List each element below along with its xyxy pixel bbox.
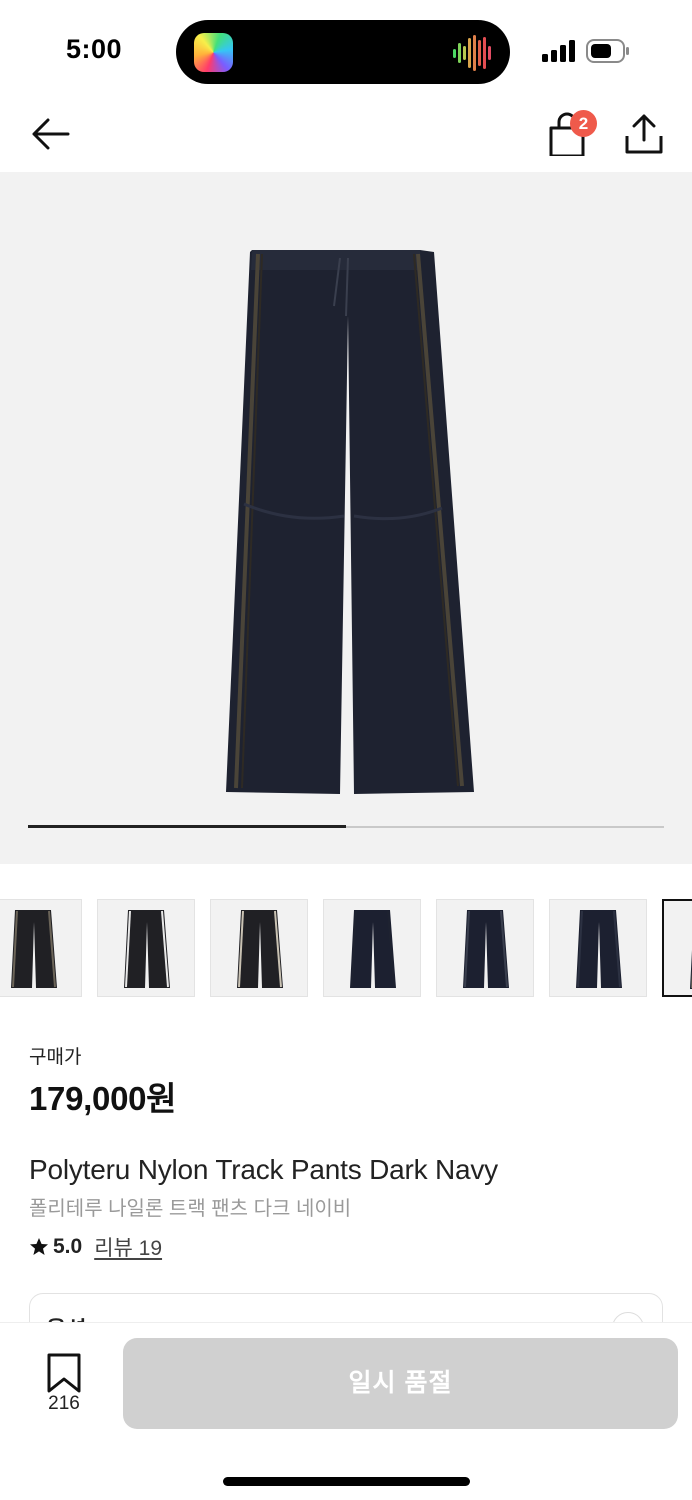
thumbnail[interactable] — [210, 899, 308, 997]
thumbnail-image — [576, 910, 622, 988]
product-name-english: Polyteru Nylon Track Pants Dark Navy — [29, 1154, 498, 1185]
sold-out-button[interactable]: 일시 품절 — [123, 1338, 678, 1429]
price-label: 구매가 — [29, 1047, 82, 1068]
dynamic-island — [176, 20, 510, 84]
product-name-korean: 폴리테루 나일론 트랙 팬츠 다크 네이비 — [29, 1198, 352, 1220]
cellular-signal-icon — [542, 40, 575, 62]
status-time: 5:00 — [66, 34, 123, 64]
bottom-action-bar: 216 일시 품절 — [0, 1323, 692, 1500]
thumbnail-image — [11, 910, 57, 988]
rating-row: 5.0 리뷰 19 — [29, 1233, 162, 1261]
app-icon — [194, 33, 233, 72]
review-link[interactable]: 리뷰 19 — [94, 1232, 162, 1262]
product-image-gallery[interactable] — [0, 172, 692, 864]
home-indicator — [223, 1477, 470, 1486]
top-nav-bar: 2 — [0, 100, 692, 172]
audio-wave-icon — [453, 35, 491, 71]
thumbnail-image — [237, 910, 283, 988]
star-icon — [30, 1238, 48, 1255]
thumbnail[interactable] — [662, 899, 692, 997]
thumbnail-image — [690, 950, 692, 989]
thumbnail[interactable] — [549, 899, 647, 997]
bookmark-icon — [47, 1353, 81, 1393]
back-arrow-icon[interactable] — [28, 112, 72, 156]
thumbnail-image — [124, 910, 170, 988]
thumbnail[interactable] — [436, 899, 534, 997]
product-image-pants — [226, 250, 474, 794]
thumbnail-image — [463, 910, 509, 988]
battery-icon — [586, 39, 629, 63]
gallery-progress-fill — [28, 825, 346, 828]
status-bar: 5:00 — [0, 0, 692, 100]
thumbnail-image — [350, 910, 396, 988]
rating-value: 5.0 — [53, 1235, 83, 1258]
thumbnail[interactable] — [97, 899, 195, 997]
thumbnail[interactable] — [323, 899, 421, 997]
gallery-progress-track — [28, 825, 664, 828]
thumbnail-strip[interactable] — [0, 899, 692, 999]
bookmark-count: 216 — [48, 1393, 80, 1414]
bookmark-button[interactable]: 216 — [36, 1351, 92, 1417]
thumbnail[interactable] — [0, 899, 82, 997]
cart-count-badge: 2 — [570, 110, 597, 137]
share-icon[interactable] — [622, 112, 666, 156]
price: 179,000원 — [29, 1080, 177, 1117]
